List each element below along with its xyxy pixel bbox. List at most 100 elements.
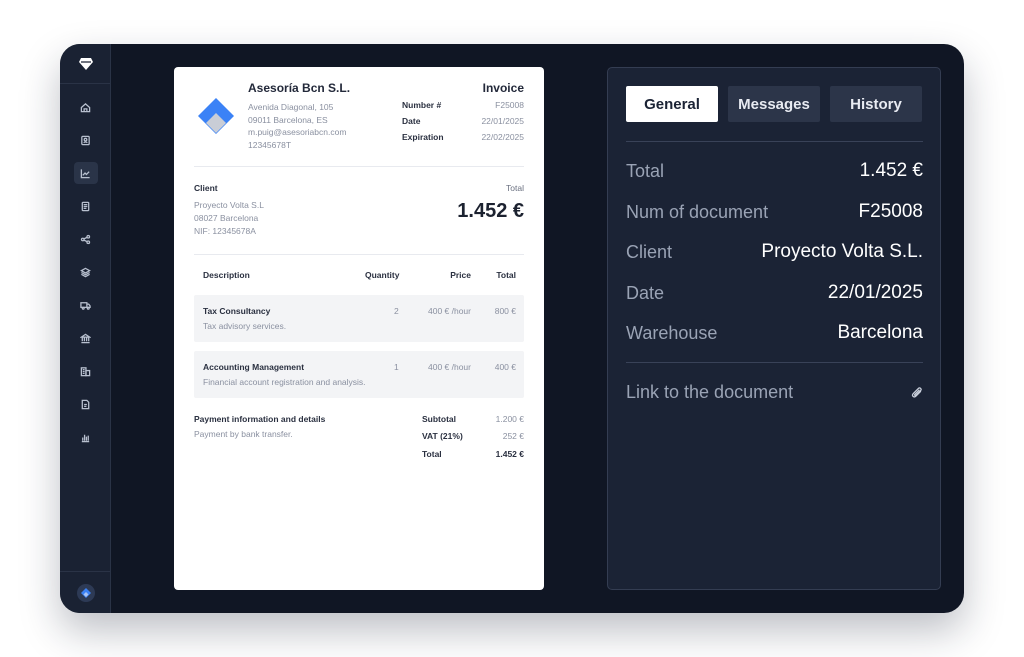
home-icon [80, 102, 91, 112]
detail-value: F25008 [858, 201, 923, 222]
meta-key: Number # [402, 100, 442, 110]
detail-value: Proyecto Volta S.L. [761, 241, 923, 262]
divider [194, 254, 524, 255]
client-tax-id: NIF: 12345678A [194, 225, 256, 236]
item-name: Accounting Management [203, 362, 305, 372]
invoice-preview: Asesoría Bcn S.L. Avenida Diagonal, 105 … [174, 67, 544, 590]
detail-row-total: Total 1.452 € [626, 158, 923, 184]
sidebar-item-shipping[interactable] [74, 294, 98, 316]
meta-value: 22/02/2025 [481, 132, 524, 142]
meta-key: Expiration [402, 132, 444, 142]
sidebar-item-contacts[interactable] [74, 129, 98, 151]
bar-chart-icon [81, 434, 90, 442]
brand-logo-icon [78, 57, 93, 70]
item-description: Financial account registration and analy… [203, 377, 366, 387]
company-email: m.puig@asesoriabcn.com [248, 127, 347, 138]
divider [194, 166, 524, 167]
sidebar-nav [60, 96, 111, 459]
layers-icon [80, 267, 91, 277]
line-item: Tax Consultancy Tax advisory services. 2… [194, 295, 524, 342]
column-header-description: Description [203, 270, 250, 280]
company-info: Asesoría Bcn S.L. Avenida Diagonal, 105 … [248, 81, 350, 151]
client-label: Client [194, 183, 218, 193]
sidebar-item-documents[interactable] [74, 195, 98, 217]
sidebar [60, 44, 111, 613]
payment-description: Payment by bank transfer. [194, 429, 293, 439]
company-tax-id: 12345678T [248, 139, 292, 150]
meta-value: 22/01/2025 [481, 116, 524, 126]
file-icon [81, 399, 90, 409]
summary-value: 1.200 € [495, 414, 524, 424]
sidebar-item-buildings[interactable] [74, 360, 98, 382]
user-logo-icon [80, 587, 91, 598]
detail-row-date: Date 22/01/2025 [626, 280, 923, 306]
item-total: 800 € [494, 306, 516, 316]
company-name: Asesoría Bcn S.L. [248, 81, 351, 95]
client-name: Proyecto Volta S.L [194, 200, 264, 210]
contacts-icon [81, 135, 90, 145]
sidebar-item-analytics[interactable] [73, 162, 98, 184]
meta-key: Date [402, 116, 421, 126]
summary-subtotal: Subtotal 1.200 € [422, 414, 524, 424]
divider [626, 141, 923, 142]
document-link-row[interactable]: Link to the document [626, 379, 923, 405]
item-price: 400 € /hour [427, 362, 471, 372]
column-header-quantity: Quantity [365, 270, 400, 280]
app-window: Asesoría Bcn S.L. Avenida Diagonal, 105 … [60, 44, 964, 613]
line-item: Accounting Management Financial account … [194, 351, 524, 398]
sidebar-item-reports[interactable] [74, 426, 98, 448]
summary-value: 1.452 € [495, 449, 524, 459]
paperclip-icon[interactable] [911, 386, 923, 399]
avatar[interactable] [76, 583, 95, 602]
detail-key: Total [626, 160, 665, 181]
detail-key: Date [626, 282, 665, 303]
document-link-label[interactable]: Link to the document [626, 382, 793, 403]
company-address: Avenida Diagonal, 105 [248, 102, 334, 112]
item-quantity: 1 [394, 362, 399, 372]
column-header-total: Total [496, 270, 516, 280]
tab-messages[interactable]: Messages [728, 86, 820, 122]
document-icon [81, 201, 90, 211]
app-logo[interactable] [60, 44, 111, 84]
panel-tabs: General Messages History [626, 86, 932, 122]
summary-total: Total 1.452 € [422, 449, 524, 459]
detail-value: 22/01/2025 [827, 282, 923, 303]
divider [626, 362, 923, 363]
sidebar-item-files[interactable] [74, 393, 98, 415]
detail-key: Num of document [626, 201, 769, 222]
item-price: 400 € /hour [427, 306, 471, 316]
tab-general[interactable]: General [626, 86, 718, 122]
meta-value: F25008 [495, 100, 524, 110]
total-label: Total [506, 183, 524, 193]
sidebar-item-bank[interactable] [74, 327, 98, 349]
item-name: Tax Consultancy [203, 306, 271, 316]
client-details: Proyecto Volta S.L 08027 Barcelona NIF: … [194, 199, 264, 237]
detail-row-warehouse: Warehouse Barcelona [626, 320, 923, 346]
sidebar-item-share[interactable] [74, 228, 98, 250]
summary-key: VAT (21%) [422, 431, 463, 441]
summary-key: Subtotal [422, 414, 456, 424]
item-total: 400 € [494, 362, 516, 372]
details-panel: General Messages History Total 1.452 € N… [607, 67, 941, 590]
tab-history[interactable]: History [830, 86, 922, 122]
detail-value: 1.452 € [859, 160, 923, 181]
detail-row-client: Client Proyecto Volta S.L. [626, 239, 923, 265]
detail-value: Barcelona [837, 322, 923, 343]
sidebar-item-home[interactable] [74, 96, 98, 118]
column-header-price: Price [450, 270, 471, 280]
invoice-meta: Number # F25008 Date 22/01/2025 Expirati… [402, 100, 524, 148]
buildings-icon [80, 366, 91, 376]
client-city: 08027 Barcelona [194, 212, 259, 223]
company-city: 09011 Barcelona, ES [248, 114, 328, 125]
bank-icon [80, 333, 91, 343]
sidebar-item-layers[interactable] [74, 261, 98, 283]
item-quantity: 2 [394, 306, 399, 316]
share-icon [80, 234, 91, 244]
meta-row-number: Number # F25008 [402, 100, 524, 116]
sidebar-footer [60, 571, 111, 613]
analytics-icon [80, 168, 90, 178]
company-logo-icon [198, 98, 234, 134]
payment-title: Payment information and details [194, 414, 326, 424]
detail-key: Warehouse [626, 322, 718, 343]
summary-key: Total [422, 449, 442, 459]
